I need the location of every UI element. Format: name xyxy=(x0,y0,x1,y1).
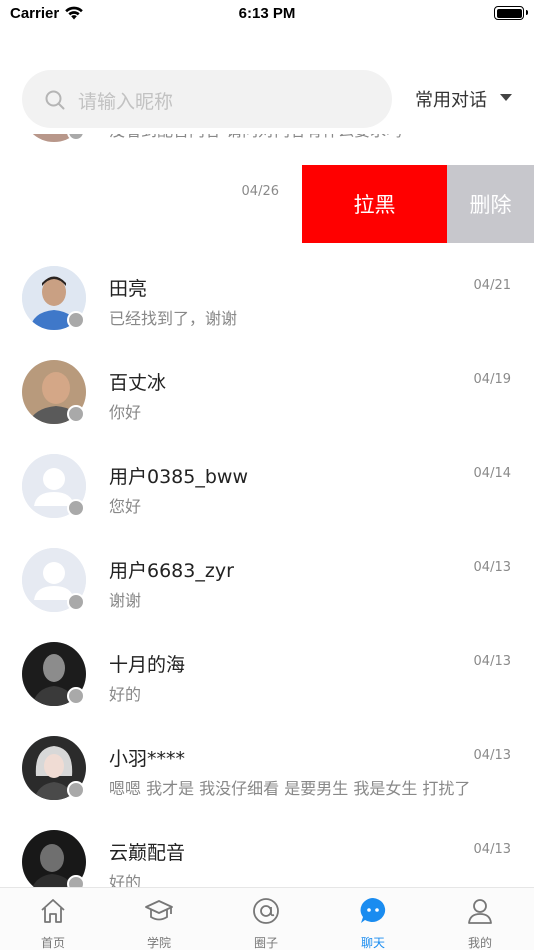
tab-bar: 首页 学院 圈子 聊天 我的 xyxy=(0,887,534,950)
status-dot xyxy=(67,311,85,329)
message-date: 04/13 xyxy=(473,560,511,575)
tab-home[interactable]: 首页 xyxy=(0,888,106,950)
status-dot xyxy=(67,875,85,887)
message-preview: 您好 xyxy=(109,497,142,516)
status-dot xyxy=(67,593,85,611)
search-input[interactable]: 请输入昵称 xyxy=(22,70,392,128)
message-date: 04/19 xyxy=(473,372,511,387)
home-icon xyxy=(41,899,65,923)
contact-name: 田亮 xyxy=(109,278,148,300)
tab-label: 学院 xyxy=(146,936,171,950)
tab-me[interactable]: 我的 xyxy=(427,888,533,950)
status-dot xyxy=(67,781,85,799)
status-dot xyxy=(67,499,85,517)
contact-name: 云巅配音 xyxy=(109,842,186,864)
message-date: 04/13 xyxy=(473,748,511,763)
list-item[interactable]: 用户0385_bww 您好 04/14 xyxy=(0,439,534,533)
delete-button[interactable]: 删除 xyxy=(447,165,534,243)
search-icon xyxy=(45,90,65,110)
tab-circle[interactable]: 圈子 xyxy=(213,888,319,950)
contact-name: 用户6683_zyr xyxy=(109,560,234,582)
search-placeholder: 请输入昵称 xyxy=(78,91,174,113)
status-dot xyxy=(67,405,85,423)
contact-name: 用户0385_bww xyxy=(109,466,248,488)
message-preview: 嗯嗯 我才是 我没仔细看 是要男生 我是女生 打扰了 xyxy=(109,779,471,798)
person-icon xyxy=(468,899,492,924)
contact-name: 百丈冰 xyxy=(109,372,167,394)
message-date: 04/26 xyxy=(241,184,279,199)
message-preview: 好的 xyxy=(109,685,142,704)
list-item[interactable]: 十月的海 好的 04/13 xyxy=(0,627,534,721)
tab-label: 圈子 xyxy=(253,936,278,950)
tab-label: 聊天 xyxy=(360,936,385,950)
caret-down-icon[interactable] xyxy=(500,94,512,101)
message-preview: 已经找到了，谢谢 xyxy=(109,309,238,328)
tab-label: 我的 xyxy=(467,936,492,950)
message-preview: 谢谢 xyxy=(109,591,142,610)
list-item[interactable]: 百丈冰 你好 04/19 xyxy=(0,345,534,439)
search-header: 请输入昵称 常用对话 xyxy=(0,30,534,134)
message-preview: 好的 xyxy=(109,873,142,887)
status-dot xyxy=(67,687,85,705)
graduation-cap-icon xyxy=(145,900,173,921)
list-item[interactable]: 用户6683_zyr 谢谢 04/13 xyxy=(0,533,534,627)
tab-chat[interactable]: 聊天 xyxy=(320,888,426,950)
list-item[interactable]: 田亮 已经找到了，谢谢 04/21 xyxy=(0,251,534,345)
message-date: 04/13 xyxy=(473,654,511,669)
at-circle-icon xyxy=(253,898,279,924)
tab-academy[interactable]: 学院 xyxy=(106,888,212,950)
message-date: 04/21 xyxy=(473,278,511,293)
list-item[interactable]: 云巅配音 好的 04/13 xyxy=(0,815,534,887)
message-preview: 你好 xyxy=(109,403,142,422)
common-phrases-dropdown[interactable]: 常用对话 xyxy=(415,86,487,112)
contact-name: 十月的海 xyxy=(109,654,186,676)
message-date: 04/13 xyxy=(473,842,511,857)
contact-name: 小羽**** xyxy=(109,748,186,770)
block-button[interactable]: 拉黑 xyxy=(302,165,447,243)
chat-bubble-icon xyxy=(360,898,386,923)
list-item[interactable]: 小羽**** 嗯嗯 我才是 我没仔细看 是要男生 我是女生 打扰了 04/13 xyxy=(0,721,534,815)
tab-label: 首页 xyxy=(40,936,65,950)
message-date: 04/14 xyxy=(473,466,511,481)
